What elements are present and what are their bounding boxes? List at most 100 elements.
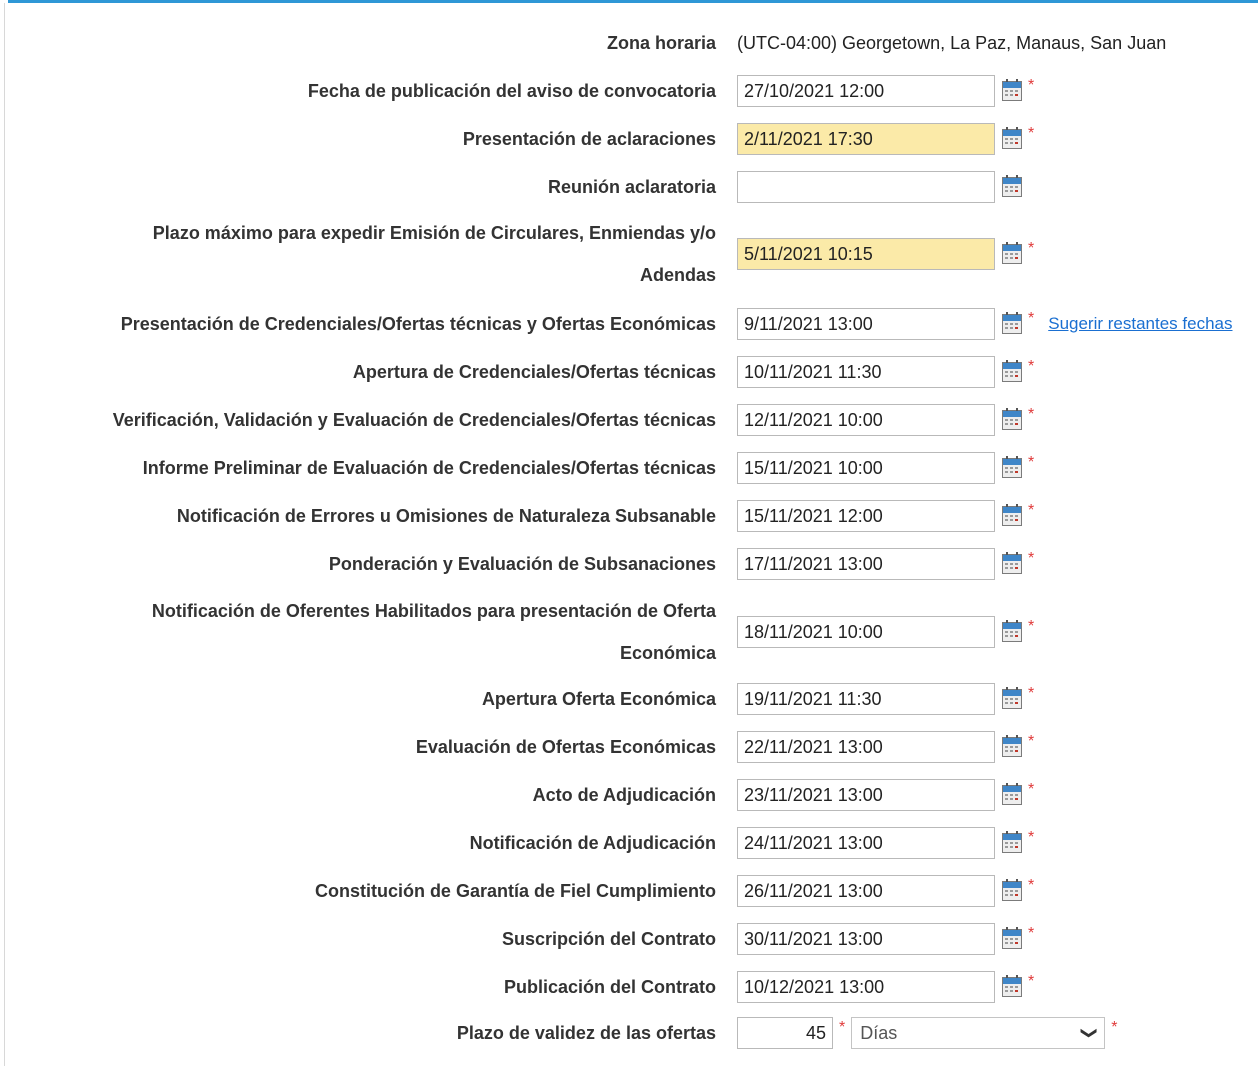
apertura-credenciales-date-input[interactable] — [737, 356, 995, 388]
required-marker: * — [1028, 925, 1035, 942]
timezone-label: Zona horaria — [606, 33, 716, 53]
row-label: Reunión aclaratoria — [547, 177, 716, 197]
notificacion-adjudicacion-date-input[interactable] — [737, 827, 995, 859]
required-marker: * — [1028, 877, 1035, 894]
verificacion-date-input[interactable] — [737, 404, 995, 436]
row-label-line: Económica — [619, 643, 716, 663]
row-label: Suscripción del Contrato — [501, 929, 716, 949]
suggest-dates-link[interactable]: Sugerir restantes fechas — [1048, 314, 1232, 334]
schedule-row-notificacion-adjudicacion: Notificación de Adjudicación * — [0, 822, 1258, 864]
schedule-row-publicacion-aviso: Fecha de publicación del aviso de convoc… — [0, 70, 1258, 112]
evaluacion-ofertas-economicas-date-input[interactable] — [737, 731, 995, 763]
calendar-icon[interactable] — [1002, 620, 1022, 642]
row-label: Notificación de Errores u Omisiones de N… — [176, 506, 716, 526]
presentacion-aclaraciones-date-input[interactable] — [737, 123, 995, 155]
row-label: Ponderación y Evaluación de Subsanacione… — [328, 554, 716, 574]
required-marker: * — [1028, 618, 1035, 635]
row-label: Informe Preliminar de Evaluación de Cred… — [142, 458, 716, 478]
calendar-icon[interactable] — [1002, 456, 1022, 478]
presentacion-credenciales-date-input[interactable] — [737, 308, 995, 340]
validity-unit-value: Días — [860, 1022, 898, 1043]
suscripcion-contrato-date-input[interactable] — [737, 923, 995, 955]
required-marker: * — [1028, 77, 1035, 94]
schedule-row-apertura-credenciales: Apertura de Credenciales/Ofertas técnica… — [0, 351, 1258, 393]
calendar-icon[interactable] — [1002, 552, 1022, 574]
schedule-row-evaluacion-ofertas-economicas: Evaluación de Ofertas Económicas * — [0, 726, 1258, 768]
required-marker: * — [1028, 502, 1035, 519]
validity-amount-input[interactable] — [737, 1017, 833, 1049]
timezone-value: (UTC-04:00) Georgetown, La Paz, Manaus, … — [737, 32, 1167, 53]
calendar-icon[interactable] — [1002, 783, 1022, 805]
required-marker: * — [1028, 454, 1035, 471]
required-marker: * — [1028, 125, 1035, 142]
row-label: Fecha de publicación del aviso de convoc… — [307, 81, 716, 101]
schedule-row-plazo-circulares: Plazo máximo para expedir Emisión de Cir… — [0, 212, 1258, 296]
validity-unit-select[interactable]: Días ❯ — [851, 1017, 1106, 1049]
row-label-line: Plazo máximo para expedir Emisión de Cir… — [152, 223, 716, 243]
required-marker: * — [1028, 685, 1035, 702]
calendar-icon[interactable] — [1002, 975, 1022, 997]
required-marker: * — [1028, 310, 1035, 327]
row-label-line: Adendas — [639, 265, 716, 285]
required-marker: * — [1028, 358, 1035, 375]
required-marker: * — [1028, 781, 1035, 798]
required-marker: * — [1028, 240, 1035, 257]
garantia-date-input[interactable] — [737, 875, 995, 907]
schedule-form: Zona horaria (UTC-04:00) Georgetown, La … — [0, 0, 1258, 1066]
calendar-icon[interactable] — [1002, 360, 1022, 382]
calendar-icon[interactable] — [1002, 687, 1022, 709]
schedule-row-acto-adjudicacion: Acto de Adjudicación * — [0, 774, 1258, 816]
schedule-row-publicacion-contrato: Publicación del Contrato * — [0, 966, 1258, 1008]
acto-adjudicacion-date-input[interactable] — [737, 779, 995, 811]
timezone-row: Zona horaria (UTC-04:00) Georgetown, La … — [0, 22, 1258, 64]
informe-preliminar-date-input[interactable] — [737, 452, 995, 484]
calendar-icon[interactable] — [1002, 735, 1022, 757]
calendar-icon[interactable] — [1002, 879, 1022, 901]
reunion-aclaratoria-date-input[interactable] — [737, 171, 995, 203]
schedule-row-presentacion-aclaraciones: Presentación de aclaraciones * — [0, 118, 1258, 160]
required-marker: * — [1028, 733, 1035, 750]
row-label: Plazo máximo para expedir Emisión de Cir… — [0, 212, 716, 296]
required-marker: * — [1028, 829, 1035, 846]
row-label: Presentación de Credenciales/Ofertas téc… — [120, 314, 716, 334]
plazo-circulares-date-input[interactable] — [737, 238, 995, 270]
calendar-icon[interactable] — [1002, 79, 1022, 101]
schedule-row-garantia: Constitución de Garantía de Fiel Cumplim… — [0, 870, 1258, 912]
calendar-icon[interactable] — [1002, 242, 1022, 264]
notificacion-oferentes-date-input[interactable] — [737, 616, 995, 648]
publicacion-aviso-date-input[interactable] — [737, 75, 995, 107]
calendar-icon[interactable] — [1002, 127, 1022, 149]
schedule-row-reunion-aclaratoria: Reunión aclaratoria — [0, 166, 1258, 208]
schedule-row-suscripcion-contrato: Suscripción del Contrato * — [0, 918, 1258, 960]
calendar-icon[interactable] — [1002, 927, 1022, 949]
calendar-icon[interactable] — [1002, 504, 1022, 526]
calendar-icon[interactable] — [1002, 831, 1022, 853]
row-label: Notificación de Adjudicación — [469, 833, 716, 853]
calendar-icon[interactable] — [1002, 175, 1022, 197]
row-label: Presentación de aclaraciones — [462, 129, 716, 149]
ponderacion-date-input[interactable] — [737, 548, 995, 580]
schedule-row-notificacion-errores: Notificación de Errores u Omisiones de N… — [0, 495, 1258, 537]
apertura-oferta-economica-date-input[interactable] — [737, 683, 995, 715]
schedule-row-verificacion: Verificación, Validación y Evaluación de… — [0, 399, 1258, 441]
row-label: Verificación, Validación y Evaluación de… — [112, 410, 716, 430]
row-label-line: Notificación de Oferentes Habilitados pa… — [151, 601, 716, 621]
required-marker: * — [1111, 1019, 1118, 1036]
row-label: Publicación del Contrato — [503, 977, 716, 997]
row-label: Acto de Adjudicación — [532, 785, 716, 805]
schedule-row-apertura-oferta-economica: Apertura Oferta Económica * — [0, 678, 1258, 720]
schedule-row-informe-preliminar: Informe Preliminar de Evaluación de Cred… — [0, 447, 1258, 489]
row-label: Constitución de Garantía de Fiel Cumplim… — [314, 881, 716, 901]
required-marker: * — [1028, 406, 1035, 423]
publicacion-contrato-date-input[interactable] — [737, 971, 995, 1003]
row-label: Notificación de Oferentes Habilitados pa… — [0, 590, 716, 674]
notificacion-errores-date-input[interactable] — [737, 500, 995, 532]
required-marker: * — [1028, 973, 1035, 990]
validity-label: Plazo de validez de las ofertas — [456, 1023, 716, 1043]
row-label: Apertura de Credenciales/Ofertas técnica… — [352, 362, 716, 382]
calendar-icon[interactable] — [1002, 312, 1022, 334]
schedule-row-ponderacion: Ponderación y Evaluación de Subsanacione… — [0, 543, 1258, 585]
schedule-row-presentacion-credenciales: Presentación de Credenciales/Ofertas téc… — [0, 303, 1258, 345]
calendar-icon[interactable] — [1002, 408, 1022, 430]
required-marker: * — [1028, 550, 1035, 567]
